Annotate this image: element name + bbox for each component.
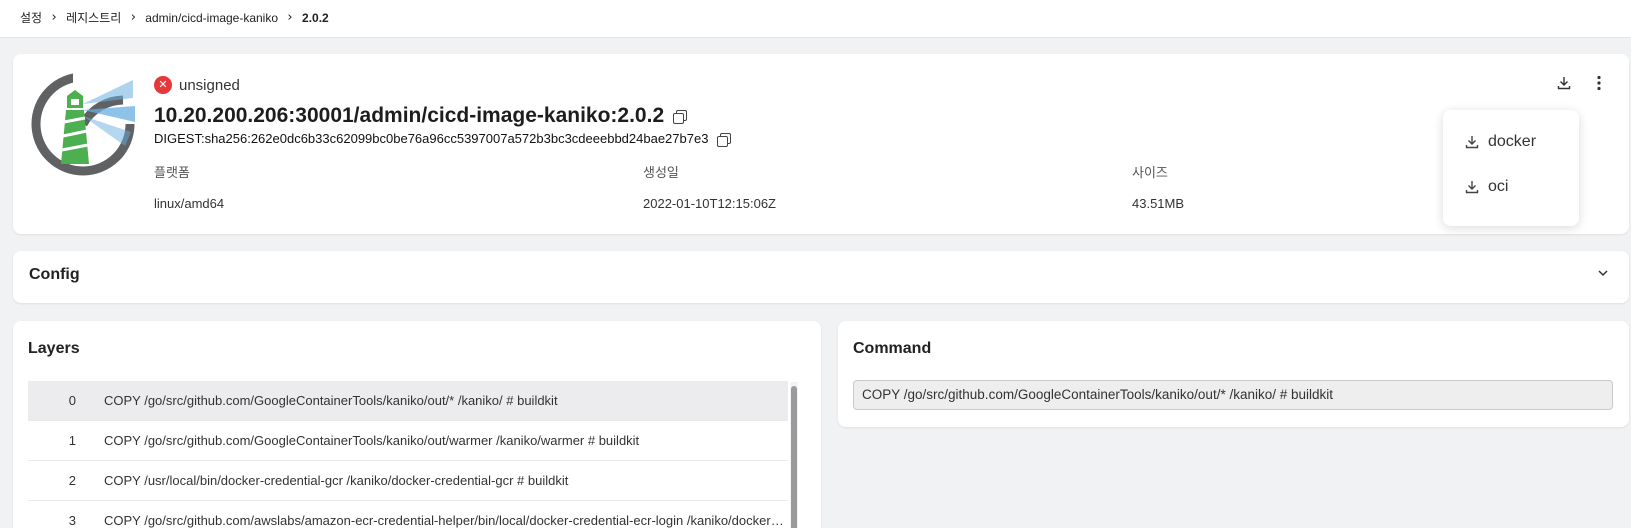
breadcrumb-item-registry[interactable]: 레지스트리 xyxy=(66,9,121,26)
created-value: 2022-01-10T12:15:06Z xyxy=(643,196,776,211)
download-menu-item-label: docker xyxy=(1488,133,1537,150)
breadcrumb-item-tag: 2.0.2 xyxy=(302,10,329,25)
download-icon xyxy=(1557,77,1571,90)
download-icon xyxy=(1465,181,1479,194)
list-item[interactable]: 2 COPY /usr/local/bin/docker-credential-… xyxy=(28,461,788,501)
command-title: Command xyxy=(853,340,932,357)
top-bar: 설정 › 레지스트리 › admin/cicd-image-kaniko › 2… xyxy=(0,0,1631,38)
created-label: 생성일 xyxy=(643,165,679,180)
list-item[interactable]: 1 COPY /go/src/github.com/GoogleContaine… xyxy=(28,421,788,461)
download-menu-item-label: oci xyxy=(1488,178,1509,195)
layers-scrollbar[interactable] xyxy=(790,382,798,528)
platform-label: 플랫폼 xyxy=(154,165,190,180)
layer-index: 1 xyxy=(68,433,76,448)
download-menu: docker oci xyxy=(1443,110,1579,226)
chevron-right-icon: › xyxy=(130,10,136,25)
layer-index: 2 xyxy=(68,473,76,488)
breadcrumb-item-repository[interactable]: admin/cicd-image-kaniko xyxy=(145,11,278,25)
size-value: 43.51MB xyxy=(1132,196,1185,211)
layers-title: Layers xyxy=(28,340,80,357)
layer-command: COPY /usr/local/bin/docker-credential-gc… xyxy=(104,473,569,488)
x-circle-icon: ✕ xyxy=(154,76,172,94)
layer-command: COPY /go/src/github.com/GoogleContainerT… xyxy=(104,433,640,448)
layer-command: COPY /go/src/github.com/awslabs/amazon-e… xyxy=(104,513,784,528)
signature-status-label: unsigned xyxy=(179,76,240,94)
list-item[interactable]: 3 COPY /go/src/github.com/awslabs/amazon… xyxy=(28,501,788,528)
copy-icon[interactable] xyxy=(716,132,732,147)
image-digest: DIGEST:sha256:262e0dc6b33c62099bc0be76a9… xyxy=(154,131,732,147)
list-item[interactable]: 0 COPY /go/src/github.com/GoogleContaine… xyxy=(28,381,788,421)
image-title: 10.20.200.206:30001/admin/cicd-image-kan… xyxy=(154,104,688,128)
signature-status: ✕ unsigned xyxy=(154,76,240,94)
size-label: 사이즈 xyxy=(1132,165,1168,180)
chevron-right-icon: › xyxy=(51,10,57,25)
harbor-logo-icon xyxy=(31,72,137,176)
copy-icon[interactable] xyxy=(672,109,688,124)
layers-list: 0 COPY /go/src/github.com/GoogleContaine… xyxy=(28,381,794,528)
layers-panel: Layers 0 COPY /go/src/github.com/GoogleC… xyxy=(13,321,821,528)
config-accordion[interactable]: Config xyxy=(13,251,1629,303)
command-panel: Command COPY /go/src/github.com/GoogleCo… xyxy=(838,321,1629,427)
layer-command: COPY /go/src/github.com/GoogleContainerT… xyxy=(104,393,558,408)
download-menu-item-docker[interactable]: docker xyxy=(1465,133,1536,151)
download-button[interactable] xyxy=(1553,72,1575,94)
image-title-text: 10.20.200.206:30001/admin/cicd-image-kan… xyxy=(154,104,665,127)
command-field[interactable]: COPY /go/src/github.com/GoogleContainerT… xyxy=(853,380,1613,410)
config-title: Config xyxy=(29,266,80,283)
chevron-down-icon[interactable] xyxy=(1597,267,1609,279)
image-summary-card: ✕ unsigned 10.20.200.206:30001/admin/cic… xyxy=(13,54,1629,234)
platform-value: linux/amd64 xyxy=(154,196,225,211)
layer-index: 3 xyxy=(68,513,76,528)
digest-text: DIGEST:sha256:262e0dc6b33c62099bc0be76a9… xyxy=(154,131,709,146)
chevron-right-icon: › xyxy=(287,10,293,25)
more-options-button[interactable] xyxy=(1588,72,1610,94)
download-menu-item-oci[interactable]: oci xyxy=(1465,178,1508,196)
layer-index: 0 xyxy=(68,393,76,408)
breadcrumb-item-settings[interactable]: 설정 xyxy=(20,9,42,26)
download-icon xyxy=(1465,136,1479,149)
more-vertical-icon xyxy=(1597,75,1601,91)
breadcrumb: 설정 › 레지스트리 › admin/cicd-image-kaniko › 2… xyxy=(20,9,329,26)
scrollbar-thumb[interactable] xyxy=(791,386,797,528)
